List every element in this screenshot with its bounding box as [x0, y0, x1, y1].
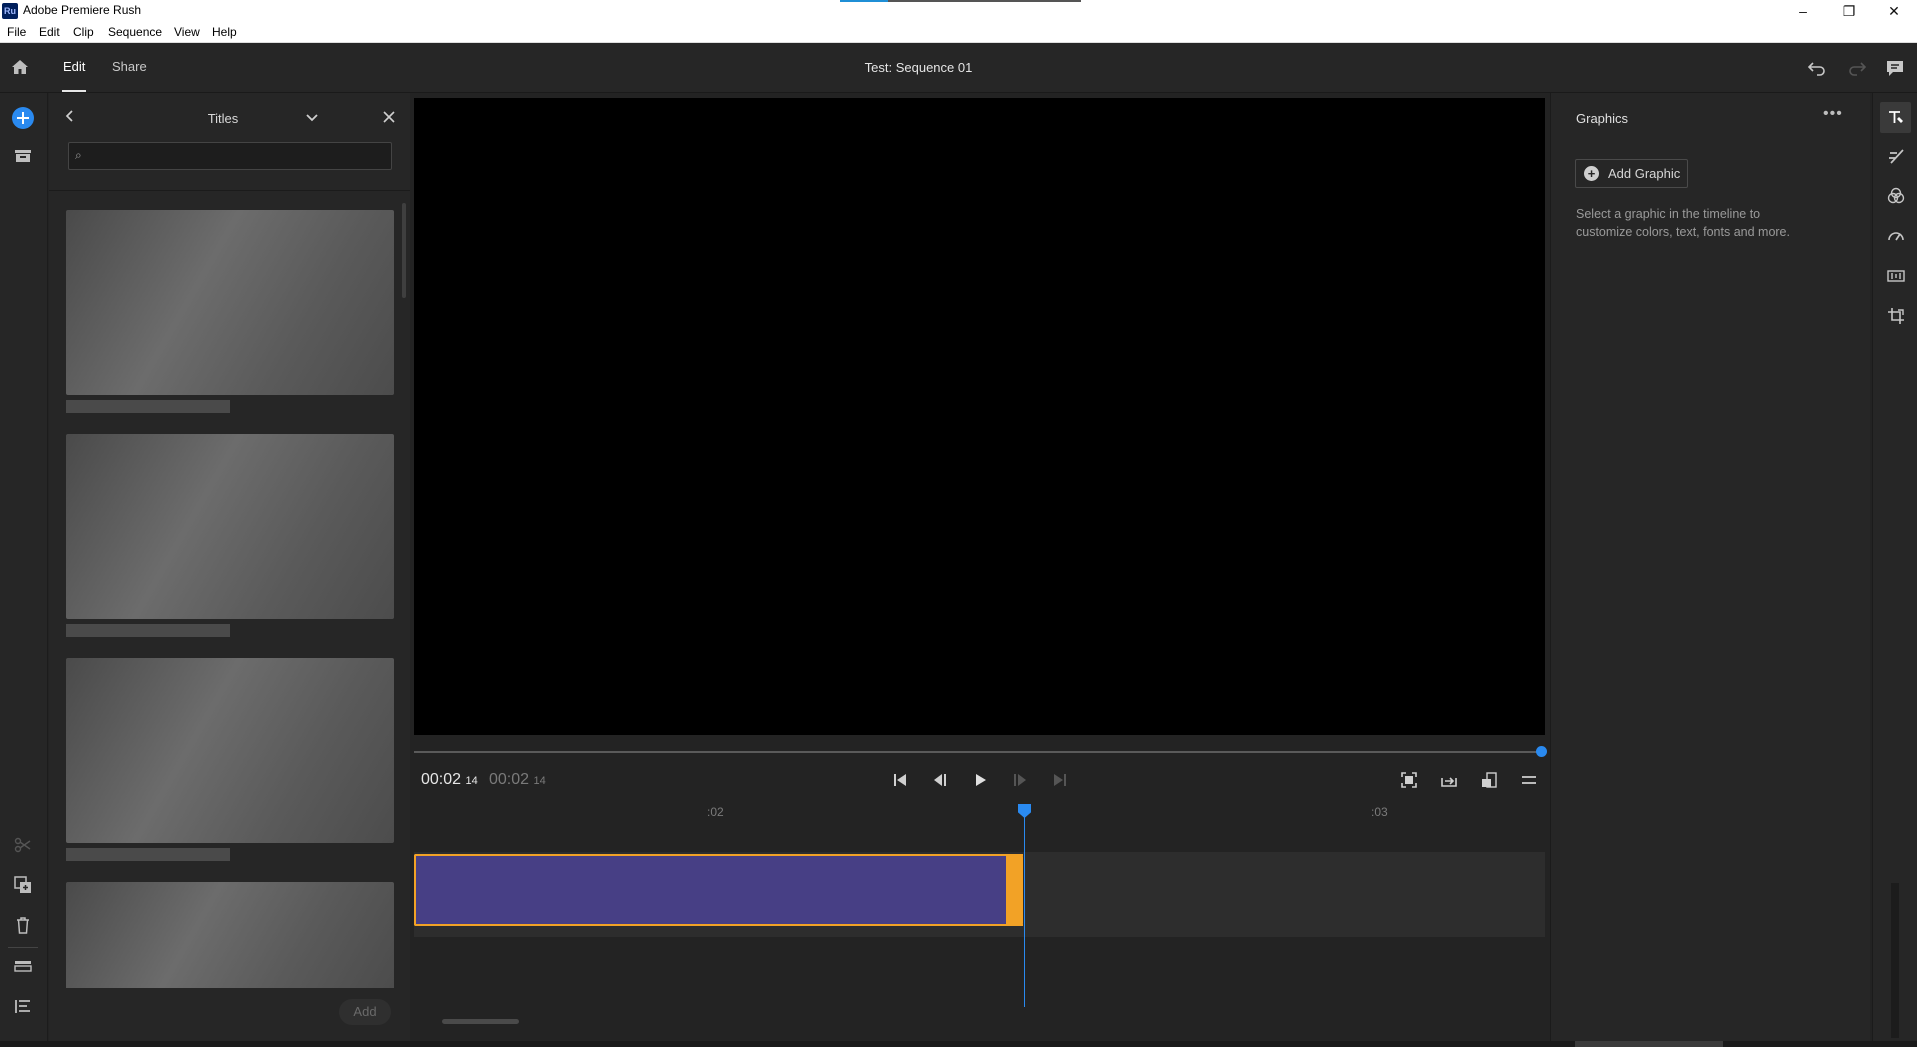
transitions-icon[interactable] — [1885, 145, 1907, 167]
loading-progress-strip — [840, 0, 1081, 2]
duplicate-icon[interactable] — [12, 874, 34, 896]
add-media-icon[interactable] — [12, 107, 34, 129]
title-template-thumbnail[interactable] — [66, 210, 394, 395]
title-template-label-placeholder — [66, 848, 230, 861]
go-to-start-icon[interactable] — [888, 769, 912, 791]
menu-help[interactable]: Help — [212, 25, 237, 39]
panel-heading: Graphics — [1576, 111, 1629, 126]
ruler-mark: :02 — [707, 805, 724, 819]
menu-view[interactable]: View — [174, 25, 200, 39]
project-assets-icon[interactable] — [12, 145, 34, 167]
current-timecode[interactable]: 00:02 14 — [421, 771, 478, 789]
redo-icon[interactable] — [1845, 56, 1869, 80]
window-title: Adobe Premiere Rush — [23, 3, 142, 17]
color-icon[interactable] — [1885, 185, 1907, 207]
panel-divider — [49, 190, 410, 191]
go-to-end-icon[interactable] — [1048, 769, 1072, 791]
timeline-clip[interactable] — [414, 854, 1023, 926]
window-title-bar: Ru Adobe Premiere Rush – ❐ ✕ — [0, 0, 1917, 22]
app-header: Edit Share Test: Sequence 01 — [0, 43, 1917, 93]
panel-title: Titles — [207, 111, 239, 126]
active-tab-indicator — [62, 90, 86, 92]
split-scissors-icon[interactable] — [12, 834, 34, 856]
close-window-button[interactable]: ✕ — [1871, 0, 1917, 22]
graphics-tool-icon[interactable] — [1880, 102, 1911, 133]
title-template-thumbnail[interactable] — [66, 658, 394, 843]
duration-timecode: 00:02 14 — [489, 771, 546, 789]
menu-clip[interactable]: Clip — [73, 25, 94, 39]
panel-scrollbar[interactable] — [402, 203, 406, 298]
minimize-button[interactable]: – — [1780, 0, 1826, 22]
step-forward-icon[interactable] — [1008, 769, 1032, 791]
menu-sequence[interactable]: Sequence — [108, 25, 162, 39]
duration-frames: 14 — [533, 775, 546, 787]
audio-icon[interactable] — [1885, 265, 1907, 287]
fit-to-frame-icon[interactable] — [1397, 769, 1421, 791]
graphics-hint-text: Select a graphic in the timeline to cust… — [1576, 207, 1790, 239]
rail-divider — [8, 947, 38, 948]
timeline-ruler[interactable]: :02 :03 — [414, 800, 1545, 826]
crop-transform-icon[interactable] — [1885, 305, 1907, 327]
aspect-ratio-icon[interactable] — [1477, 769, 1501, 791]
search-input[interactable] — [93, 147, 383, 165]
title-template-thumbnail[interactable] — [66, 882, 394, 988]
viewer-scrubber[interactable] — [414, 746, 1547, 757]
clip-trim-handle[interactable] — [1006, 854, 1023, 926]
plus-circle-icon: + — [1584, 166, 1599, 181]
chevron-down-icon[interactable] — [304, 109, 320, 125]
collapse-timeline-icon[interactable] — [1517, 769, 1541, 791]
current-time: 00:02 — [421, 771, 462, 788]
more-options-icon[interactable]: ••• — [1823, 105, 1843, 123]
menu-file[interactable]: File — [7, 25, 26, 39]
title-template-thumbnail[interactable] — [66, 434, 394, 619]
delete-icon[interactable] — [12, 914, 34, 936]
title-template-label-placeholder — [66, 400, 230, 413]
step-back-icon[interactable] — [928, 769, 952, 791]
maximize-button[interactable]: ❐ — [1826, 0, 1872, 22]
program-monitor[interactable] — [414, 98, 1545, 735]
playhead-line — [1024, 810, 1025, 1007]
duration-time: 00:02 — [489, 771, 530, 788]
undo-icon[interactable] — [1805, 56, 1829, 80]
titles-panel: Titles ⌕ Add — [49, 93, 410, 1041]
timeline-horizontal-scrollbar[interactable] — [442, 1019, 519, 1024]
speed-icon[interactable] — [1885, 225, 1907, 247]
timeline-list-icon[interactable] — [12, 995, 34, 1017]
add-title-button[interactable]: Add — [339, 999, 391, 1025]
title-template-label-placeholder — [66, 624, 230, 637]
search-field[interactable]: ⌕ — [68, 142, 392, 170]
app-logo-icon: Ru — [2, 3, 18, 19]
status-bar — [0, 1041, 1917, 1047]
scrubber-handle[interactable] — [1536, 746, 1547, 757]
add-graphic-button[interactable]: + Add Graphic — [1575, 159, 1688, 188]
track-control-icon[interactable] — [12, 955, 34, 977]
audio-level-meter — [1891, 883, 1899, 1038]
sequence-title: Test: Sequence 01 — [864, 60, 973, 75]
left-tool-rail — [0, 93, 48, 1041]
close-icon[interactable] — [380, 108, 398, 126]
export-frame-icon[interactable] — [1437, 769, 1461, 791]
feedback-icon[interactable] — [1883, 56, 1907, 80]
play-icon[interactable] — [968, 769, 992, 791]
right-tool-rail — [1872, 93, 1917, 1041]
search-icon: ⌕ — [75, 148, 82, 162]
current-frames: 14 — [465, 775, 478, 787]
graphics-panel: Graphics ••• + Add Graphic Select a grap… — [1550, 93, 1870, 1041]
ruler-mark: :03 — [1371, 805, 1388, 819]
add-graphic-label: Add Graphic — [1608, 166, 1681, 181]
menu-edit[interactable]: Edit — [39, 25, 60, 39]
menu-bar: File Edit Clip Sequence View Help — [0, 22, 1917, 43]
